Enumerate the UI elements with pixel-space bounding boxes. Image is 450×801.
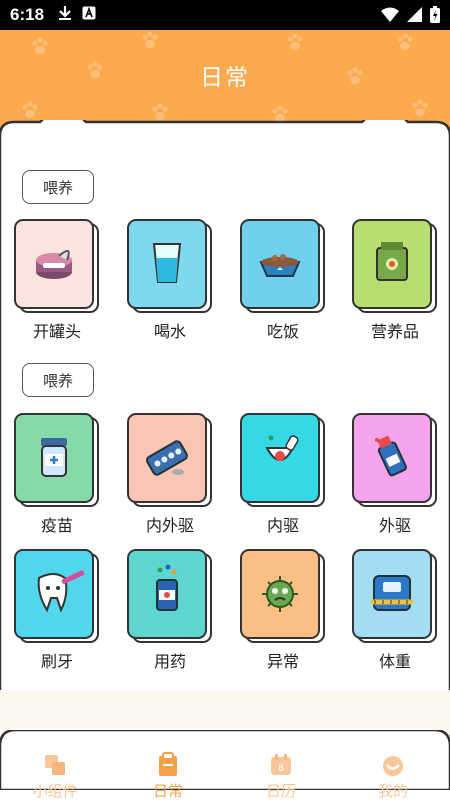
vaccine-bottle-icon [14,413,99,507]
signal-icon [407,7,422,22]
feature-tile-pill-bottle[interactable]: 用药 [125,548,221,678]
feature-label: 开罐头 [32,322,81,341]
feature-tile-canned-food[interactable]: 开罐头 [12,218,108,348]
tab-daily[interactable]: 日常 [128,752,208,801]
feature-label: 刷牙 [40,652,73,671]
water-glass-icon [127,219,212,313]
status-bar: 6:18 [0,0,450,30]
paw-pattern-icon [32,37,48,54]
daily-icon [159,752,177,776]
widget-icon [45,755,65,775]
feature-label: 内驱 [266,516,299,535]
feature-label: 异常 [266,652,299,671]
virus-icon [240,549,325,643]
page-title: 日常 [200,65,250,91]
spray-bottle-icon [352,413,437,507]
feature-label: 体重 [378,652,411,671]
tab-label: 小组件 [32,782,78,800]
feature-tile-pill-pack[interactable]: 内外驱 [125,412,221,542]
tab-label: 我的 [377,782,408,800]
tab-label: 日常 [152,782,183,800]
food-bowl-icon [240,219,325,313]
tab-profile[interactable]: 我的 [353,752,433,801]
wifi-icon [381,7,399,22]
section-label-feeding: 喂养 [22,170,94,204]
svg-text:8: 8 [278,764,284,774]
tab-label: 日历 [265,782,296,800]
paw-pattern-icon [287,33,303,50]
feature-label: 营养品 [370,322,419,341]
paw-pattern-icon [22,101,38,118]
tab-calendar[interactable]: 8 日历 [241,752,321,801]
feature-tile-water-glass[interactable]: 喝水 [125,218,221,348]
feature-tile-nutrition-bag[interactable]: 营养品 [350,218,446,348]
weight-scale-icon [352,549,437,643]
feature-tile-vaccine-bottle[interactable]: 疫苗 [12,412,108,542]
canned-food-icon [14,219,99,313]
feature-tile-medicine-jar[interactable]: 内驱 [238,412,334,542]
feature-tile-food-bowl[interactable]: 吃饭 [238,218,334,348]
nutrition-bag-icon [352,219,437,313]
calendar-icon: 8 [271,754,291,775]
medicine-jar-icon [240,413,325,507]
status-time: 6:18 [10,5,45,24]
feature-tile-weight-scale[interactable]: 体重 [350,548,446,678]
paw-pattern-icon [412,99,428,116]
app-notification-icon [82,6,96,20]
download-icon [59,6,71,20]
tab-widgets[interactable]: 小组件 [15,752,95,801]
feature-tile-spray-bottle[interactable]: 外驱 [350,412,446,542]
feature-label: 吃饭 [266,322,299,341]
battery-icon [430,6,440,23]
feature-label: 疫苗 [40,516,73,535]
feature-label: 内外驱 [145,516,194,535]
feature-tile-virus[interactable]: 异常 [238,548,334,678]
bottom-tab-bar: 小组件 日常 8 日历 我的 [0,690,450,800]
section-label-care: 喂养 [22,363,94,397]
paw-pattern-icon [397,33,413,50]
feature-label: 喝水 [153,322,186,341]
paw-pattern-icon [142,31,158,48]
profile-icon [383,756,403,776]
pill-bottle-icon [127,549,212,643]
feature-tile-tooth-brush[interactable]: 刷牙 [12,548,108,678]
feature-label: 用药 [153,652,186,671]
tooth-brush-icon [14,549,99,643]
pill-pack-icon [127,413,212,507]
feature-label: 外驱 [378,516,411,535]
